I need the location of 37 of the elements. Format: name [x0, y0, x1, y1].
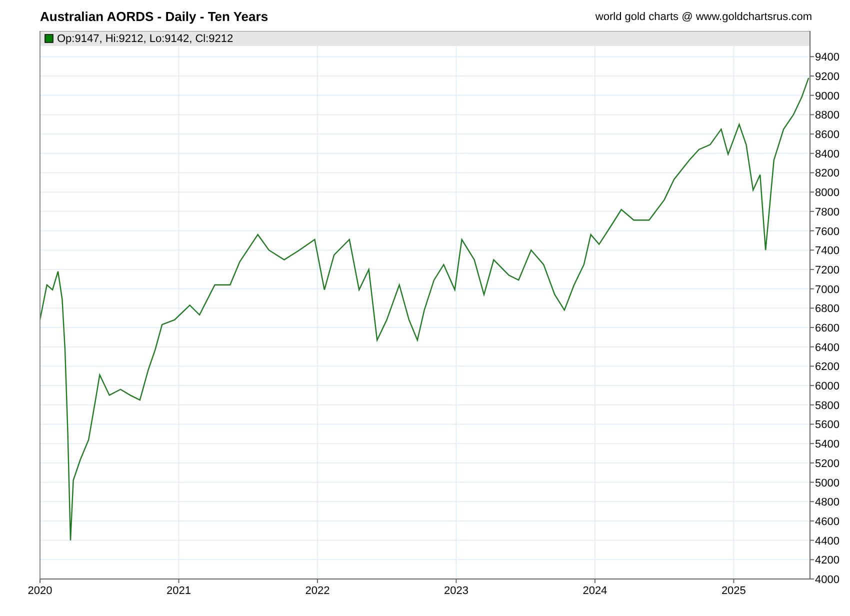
y-axis-label: 5000	[815, 477, 840, 490]
y-axis-label: 8200	[815, 168, 840, 180]
chart-title: Australian AORDS - Daily - Ten Years	[40, 9, 268, 24]
y-axis-label: 8800	[815, 110, 840, 122]
x-axis-label: 2021	[166, 585, 191, 597]
y-axis-label: 6600	[815, 322, 840, 334]
y-axis-label: 6200	[815, 361, 840, 374]
y-axis-label: 4200	[815, 554, 840, 567]
y-axis-label: 7000	[815, 284, 840, 296]
y-axis-label: 5200	[815, 458, 840, 470]
y-axis-label: 6800	[815, 303, 840, 316]
y-axis-label: 5400	[815, 438, 840, 451]
y-axis-label: 4600	[815, 516, 840, 528]
source-credit: world gold charts @ www.goldchartsrus.com	[595, 10, 812, 22]
y-axis-label: 6000	[815, 380, 840, 393]
y-axis-label: 7200	[815, 264, 840, 276]
y-axis-label: 4400	[815, 535, 840, 548]
y-axis-label: 9200	[815, 70, 840, 83]
y-axis-label: 9400	[815, 52, 840, 64]
y-axis-label: 8000	[815, 187, 840, 200]
x-axis-label: 2023	[444, 585, 468, 597]
y-axis-label: 5800	[815, 400, 840, 412]
y-axis-label: 4800	[815, 496, 840, 509]
y-axis-label: 8400	[815, 148, 840, 160]
x-axis-label: 2024	[582, 585, 608, 597]
y-axis-label: 7400	[815, 245, 840, 258]
y-axis-label: 8600	[815, 129, 840, 142]
y-axis-label: 7800	[815, 206, 840, 218]
legend-text: Op:9147, Hi:9212, Lo:9142, Cl:9212	[57, 33, 234, 45]
x-axis-label: 2025	[721, 585, 746, 597]
x-axis-label: 2022	[305, 585, 330, 597]
y-axis-label: 9000	[815, 90, 840, 102]
y-axis-label: 5600	[815, 419, 840, 432]
y-axis-label: 4000	[815, 574, 840, 586]
y-axis-label: 7600	[815, 226, 840, 238]
y-axis-label: 6400	[815, 342, 840, 354]
x-axis-label: 2020	[28, 585, 52, 597]
